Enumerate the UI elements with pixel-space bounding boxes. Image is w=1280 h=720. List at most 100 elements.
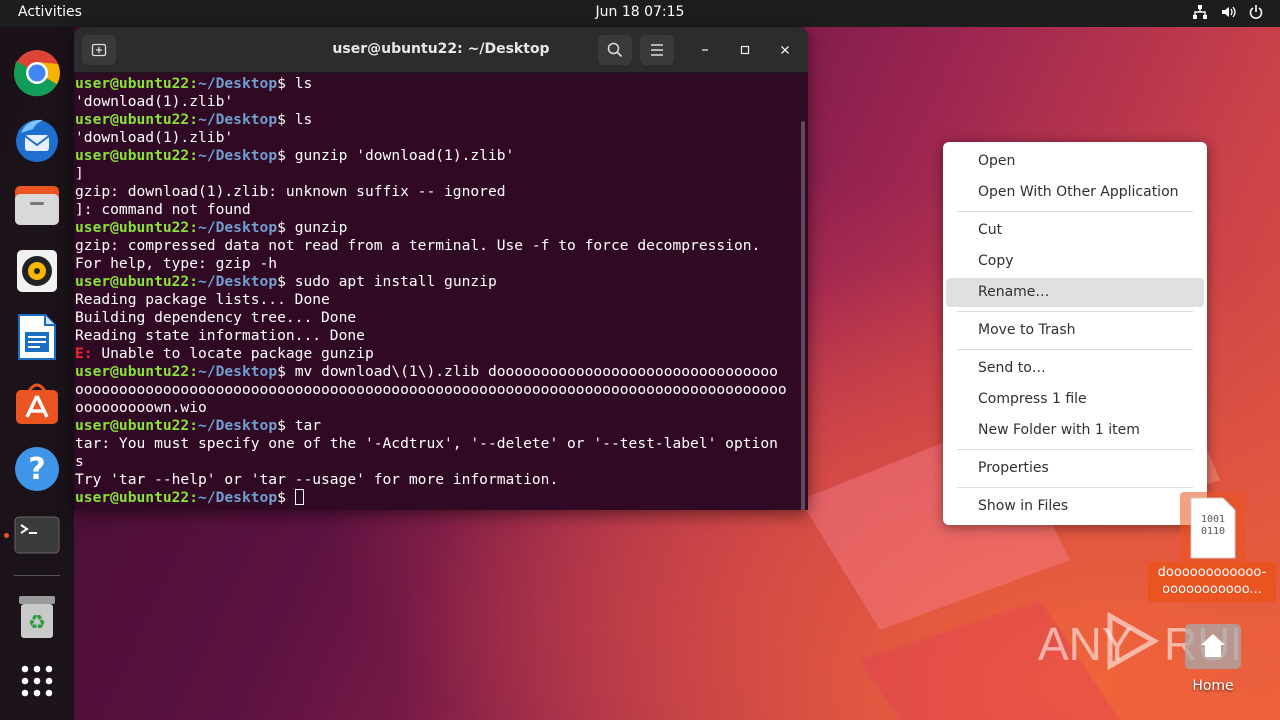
running-indicator (4, 533, 9, 538)
apps-grid-icon (21, 665, 53, 697)
terminal-line: Building dependency tree... Done (75, 309, 798, 327)
terminal-line: oooooooooooooooooooooooooooooooooooooooo… (75, 381, 798, 399)
prompt-user: user@ubuntu22 (75, 219, 190, 236)
chrome-icon (13, 50, 60, 97)
terminal-line: user@ubuntu22:~/Desktop$ mv download\(1\… (75, 363, 798, 381)
dock-item-terminal[interactable] (11, 509, 63, 561)
prompt-user: user@ubuntu22 (75, 111, 190, 128)
terminal-output[interactable]: user@ubuntu22:~/Desktop$ ls'download(1).… (74, 75, 798, 510)
top-bar: Activities Jun 18 07:15 (0, 0, 1280, 27)
search-button[interactable] (598, 35, 632, 65)
dock-item-help[interactable]: ? (11, 443, 63, 495)
dock-item-trash[interactable]: ♻ (11, 591, 63, 643)
terminal-command: tar (285, 417, 322, 434)
desktop-home-icon[interactable] (1184, 620, 1242, 670)
terminal-output-text: Building dependency tree... Done (75, 309, 357, 326)
terminal-line: Try 'tar --help' or 'tar --usage' for mo… (75, 471, 798, 489)
prompt-user: user@ubuntu22 (75, 75, 190, 92)
prompt-path: ~/Desktop (198, 417, 278, 434)
prompt-path: ~/Desktop (198, 273, 278, 290)
terminal-output-text: Try 'tar --help' or 'tar --usage' for mo… (75, 471, 559, 488)
show-applications-button[interactable] (11, 655, 63, 707)
maximize-button[interactable] (733, 38, 757, 62)
menu-item-properties[interactable]: Properties (946, 454, 1204, 483)
terminal-command: ls (285, 111, 313, 128)
menu-item-open-with[interactable]: Open With Other Application (946, 178, 1204, 207)
close-icon (781, 46, 789, 54)
menu-item-cut[interactable]: Cut (946, 216, 1204, 245)
dock-item-software[interactable] (11, 377, 63, 429)
prompt-path: ~/Desktop (198, 75, 278, 92)
terminal-output-text: tar: You must specify one of the '-Acdtr… (75, 435, 778, 452)
dock-item-thunderbird[interactable] (11, 113, 63, 165)
terminal-line: Reading state information... Done (75, 327, 798, 345)
desktop-home-label[interactable]: Home (1170, 678, 1256, 694)
dock-item-files[interactable] (11, 179, 63, 231)
error-prefix: E: (75, 345, 93, 362)
dock-item-chrome[interactable] (11, 47, 63, 99)
prompt-colon: : (189, 363, 199, 380)
close-button[interactable] (773, 38, 797, 62)
terminal-icon (14, 516, 60, 554)
prompt-colon: : (189, 417, 199, 434)
help-icon: ? (15, 447, 59, 491)
maximize-icon (740, 45, 750, 55)
terminal-output-text: Reading state information... Done (75, 327, 365, 344)
menu-item-rename[interactable]: Rename… (946, 278, 1204, 307)
terminal-cursor (294, 489, 304, 505)
dock-item-writer[interactable] (11, 311, 63, 363)
prompt-path: ~/Desktop (198, 489, 278, 506)
terminal-line: user@ubuntu22:~/Desktop$ ls (75, 75, 798, 93)
menu-item-new-folder-with-item[interactable]: New Folder with 1 item (946, 416, 1204, 445)
hamburger-menu-icon (651, 44, 663, 56)
terminal-output-text: ]: command not found (75, 201, 251, 218)
clock[interactable]: Jun 18 07:15 (0, 4, 1280, 20)
terminal-line: user@ubuntu22:~/Desktop$ tar (75, 417, 798, 435)
dock-item-rhythmbox[interactable] (11, 245, 63, 297)
terminal-output-text: 'download(1).zlib' (75, 129, 234, 146)
prompt-colon: : (189, 219, 199, 236)
terminal-line: gzip: compressed data not read from a te… (75, 237, 798, 255)
terminal-line: ooooooooown.wio (75, 399, 798, 417)
minimize-icon (702, 49, 708, 51)
menu-item-open[interactable]: Open (946, 147, 1204, 176)
prompt-user: user@ubuntu22 (75, 147, 190, 164)
menu-item-send-to[interactable]: Send to… (946, 354, 1204, 383)
minimize-button[interactable] (693, 38, 717, 62)
menu-button[interactable] (640, 35, 674, 65)
trash-icon: ♻ (19, 596, 55, 638)
terminal-output-text: 'download(1).zlib' (75, 93, 234, 110)
menu-separator (957, 449, 1193, 450)
prompt-dollar: $ (277, 417, 286, 434)
terminal-line: user@ubuntu22:~/Desktop$ gunzip 'downloa… (75, 147, 798, 165)
menu-separator (957, 487, 1193, 488)
terminal-output-text: Reading package lists... Done (75, 291, 330, 308)
svg-text:0110: 0110 (1201, 526, 1225, 537)
volume-icon (1222, 6, 1236, 18)
power-icon (1249, 5, 1263, 19)
desktop-file-label[interactable]: doooooooooooo-ooooooooooo... (1148, 562, 1276, 602)
terminal-output-text: ] (75, 165, 84, 182)
terminal-line: For help, type: gzip -h (75, 255, 798, 273)
prompt-dollar: $ (277, 489, 286, 506)
prompt-colon: : (189, 273, 199, 290)
menu-item-copy[interactable]: Copy (946, 247, 1204, 276)
prompt-dollar: $ (277, 111, 286, 128)
software-icon (16, 383, 58, 424)
menu-item-show-in-files[interactable]: Show in Files (946, 492, 1204, 521)
menu-item-compress[interactable]: Compress 1 file (946, 385, 1204, 414)
terminal-line: ] (75, 165, 798, 183)
prompt-user: user@ubuntu22 (75, 273, 190, 290)
terminal-command: sudo apt install gunzip (285, 273, 497, 290)
terminal-header-bar[interactable]: user@ubuntu22: ~/Desktop (74, 27, 808, 73)
menu-item-move-to-trash[interactable]: Move to Trash (946, 316, 1204, 345)
network-icon (1193, 5, 1207, 19)
terminal-command (286, 489, 295, 506)
terminal-scrollbar[interactable] (801, 121, 805, 510)
terminal-output-text: oooooooooooooooooooooooooooooooooooooooo… (75, 381, 787, 398)
desktop-file-icon[interactable]: 1001 0110 (1180, 492, 1246, 562)
terminal-command: mv download\(1\).zlib dooooooooooooooooo… (285, 363, 778, 380)
terminal-window[interactable]: user@ubuntu22: ~/Desktop user@ubuntu22:~… (74, 27, 808, 510)
system-tray[interactable] (1192, 4, 1264, 20)
terminal-line: user@ubuntu22:~/Desktop$ (75, 489, 798, 507)
